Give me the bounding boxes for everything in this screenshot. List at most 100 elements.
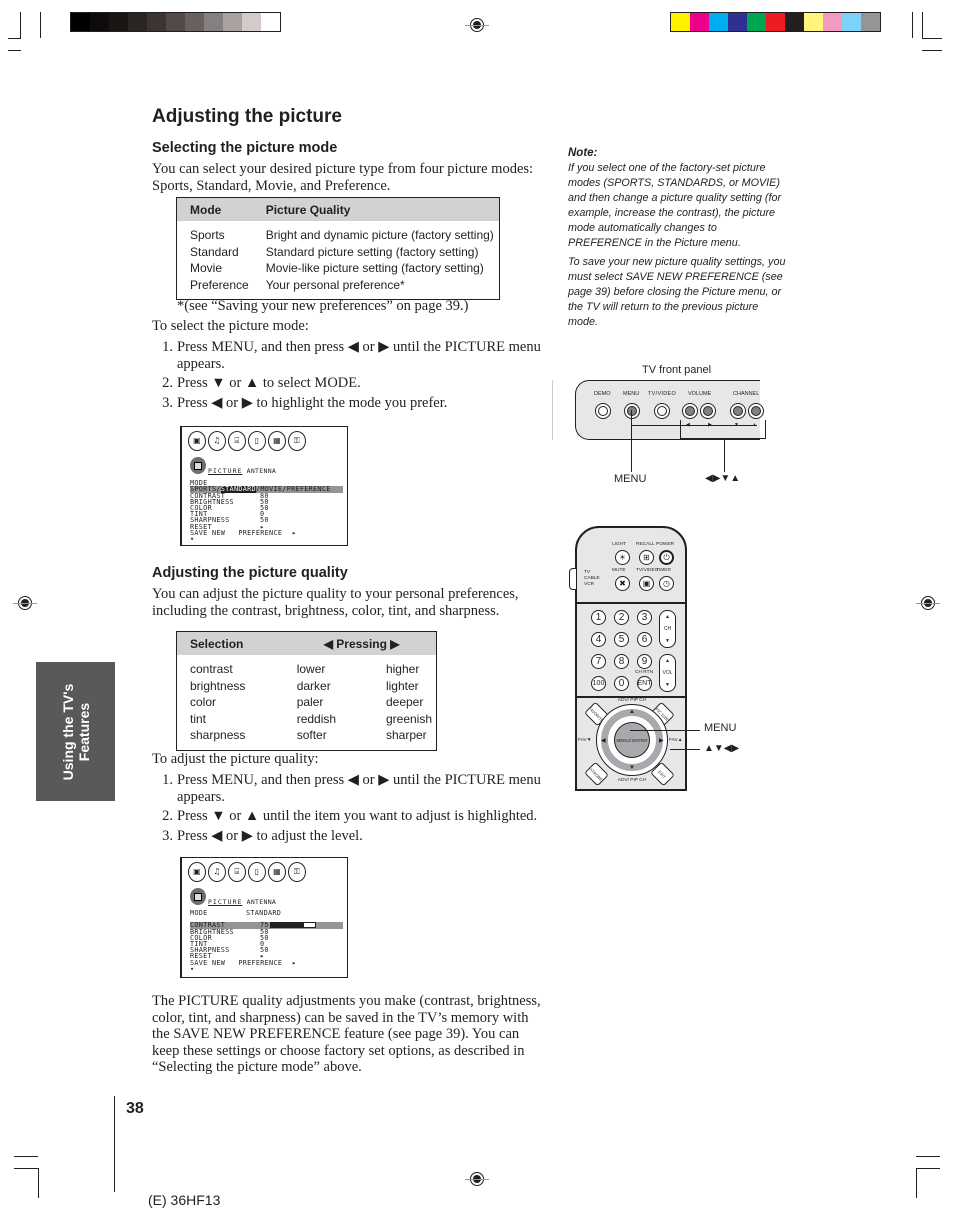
remote-label-mute: MUTE [612, 568, 626, 573]
step-number: 1. [162, 339, 173, 355]
fav-down-label: FAV▼ [578, 738, 592, 743]
channel-label: CH [663, 626, 672, 632]
channel-down-icon: ▼ [665, 638, 670, 644]
quality-table-row: contrast lower higher [177, 655, 437, 678]
key-1-button[interactable]: 1 [591, 610, 606, 625]
mode-table-row: Preference Your personal preference* [177, 277, 500, 300]
key-6-button[interactable]: 6 [637, 632, 652, 647]
step-text: Press ▼ or ▲ to select MODE. [177, 375, 361, 391]
grayscale-swatch [147, 13, 166, 31]
crop-mark [8, 50, 21, 51]
panel-label-menu: MENU [623, 391, 640, 397]
key-100-button[interactable]: 100 [591, 676, 606, 691]
channel-rocker[interactable]: ▲ CH ▼ [659, 610, 676, 648]
panel-down-arrow-icon: ▼ [734, 422, 739, 428]
registration-mark-icon [465, 1172, 489, 1186]
tvvideo-button[interactable]: ▣ [639, 576, 654, 591]
quality-table-cell: brightness [190, 678, 246, 693]
volume-rocker[interactable]: ▲ VOL ▼ [659, 654, 676, 692]
quality-table-row: tint reddish greenish [177, 711, 437, 728]
grayscale-swatch [185, 13, 204, 31]
panel-tvvideo-button[interactable] [654, 403, 670, 419]
dpad-right-arrow-icon[interactable]: ▶ [659, 737, 664, 744]
quality-table-row: sharpness softer sharper [177, 727, 437, 750]
panel-menu-button[interactable] [624, 403, 640, 419]
grayscale-swatch [204, 13, 223, 31]
timer-button[interactable]: ◷ [659, 576, 674, 591]
panel-channel-up-button[interactable] [748, 403, 764, 419]
color-swatch [842, 13, 861, 31]
theater-icon: ⚿ [288, 862, 306, 882]
panel-demo-button[interactable] [595, 403, 611, 419]
quality-table-cell: softer [296, 728, 327, 742]
panel-right-arrow-icon: ▶ [708, 422, 712, 428]
key-9-button[interactable]: 9 [637, 654, 652, 669]
key-5-button[interactable]: 5 [614, 632, 629, 647]
crop-mark [8, 38, 21, 39]
light-button[interactable]: ☀ [615, 550, 630, 565]
mode-table-cell: Your personal preference* [265, 277, 405, 292]
mode-intro: You can select your desired picture type… [152, 161, 534, 194]
audio-icon: ♫ [208, 862, 226, 882]
channel-up-icon: ▲ [665, 614, 670, 620]
key-3-button[interactable]: 3 [637, 610, 652, 625]
panel-volume-up-button[interactable] [700, 403, 716, 419]
grayscale-swatch [90, 13, 109, 31]
step-text: Press ◀ or ▶ to adjust the level. [177, 827, 363, 844]
tv-front-panel: DEMO MENU TV/VIDEO VOLUME CHANNEL ◀ ▶ ▼ … [575, 380, 764, 440]
quality-steps-intro: To adjust the picture quality: [152, 751, 319, 767]
quality-table-cell: reddish [296, 711, 337, 726]
strobe-button[interactable]: STROBE [584, 761, 609, 787]
section-heading-mode: Selecting the picture mode [152, 140, 338, 156]
margin-rule [114, 1096, 115, 1192]
mute-button[interactable]: ✖ [615, 576, 630, 591]
osd-mode-value: STANDARD [246, 909, 282, 918]
panel-volume-down-button[interactable] [682, 403, 698, 419]
mode-table-row: Standard Standard picture setting (factor… [177, 244, 500, 261]
grayscale-bar [70, 12, 281, 32]
dpad-down-arrow-icon[interactable]: ▼ [629, 765, 635, 771]
panel-channel-down-button[interactable] [730, 403, 746, 419]
option-icon: ▯ [248, 862, 266, 882]
mode-table-cell: Movie [190, 261, 223, 275]
key-7-button[interactable]: 7 [591, 654, 606, 669]
mode-switch[interactable] [569, 568, 577, 590]
quality-table-header: ◀ Pressing ▶ [283, 631, 437, 655]
recall-button[interactable]: ⊞ [639, 550, 654, 565]
menu-enter-button[interactable]: MENU/ ENTER [614, 722, 650, 758]
contrast-level-fill [271, 923, 304, 927]
fav-up-label: FAV▲ [669, 738, 683, 743]
picture-icon: ▣ [188, 431, 206, 451]
picture-icon [190, 888, 206, 905]
crop-mark [916, 1168, 940, 1169]
dpad-up-label: ADV/ PIP CH [617, 698, 647, 703]
mode-table-cell: Standard [190, 244, 239, 259]
power-button[interactable]: ⏻ [659, 550, 674, 565]
grayscale-swatch [109, 13, 128, 31]
mode-table: Mode Picture Quality Sports Bright and dy… [176, 197, 500, 300]
key-4-button[interactable]: 4 [591, 632, 606, 647]
key-2-button[interactable]: 2 [614, 610, 629, 625]
registration-mark-icon [916, 596, 940, 610]
mode-table-cell: Movie-like picture setting (factory sett… [265, 261, 484, 275]
dpad-left-arrow-icon[interactable]: ◀ [601, 737, 606, 744]
picture-icon [190, 457, 206, 474]
color-swatch [861, 13, 880, 31]
color-swatch [671, 13, 690, 31]
mode-table-header: Picture Quality [252, 197, 500, 221]
step-item: 2. Press ▼ or ▲ to select MODE. [155, 375, 547, 392]
dpad-up-arrow-icon[interactable]: ▲ [629, 709, 635, 715]
quality-table-cell: darker [296, 678, 331, 693]
mode-table-cell: Standard picture setting (factory settin… [265, 244, 479, 259]
key-8-button[interactable]: 8 [614, 654, 629, 669]
setup-icon: ⌸ [228, 431, 246, 451]
remote-control: TV CABLE VCR LIGHT ☀ RECALL ⊞ POWER ⏻ MUTE ✖ TV/VI… [569, 526, 687, 791]
osd-more-arrow-icon: ▾ [190, 535, 195, 544]
osd-header-picture: PICTURE [208, 467, 243, 475]
picture-icon: ▣ [188, 862, 206, 882]
key-ent-button[interactable]: ENT [637, 676, 652, 691]
osd-item-value: ▸ [292, 958, 297, 967]
audio-icon: ♫ [208, 431, 226, 451]
volume-up-icon: ▲ [665, 658, 670, 664]
key-0-button[interactable]: 0 [614, 676, 629, 691]
